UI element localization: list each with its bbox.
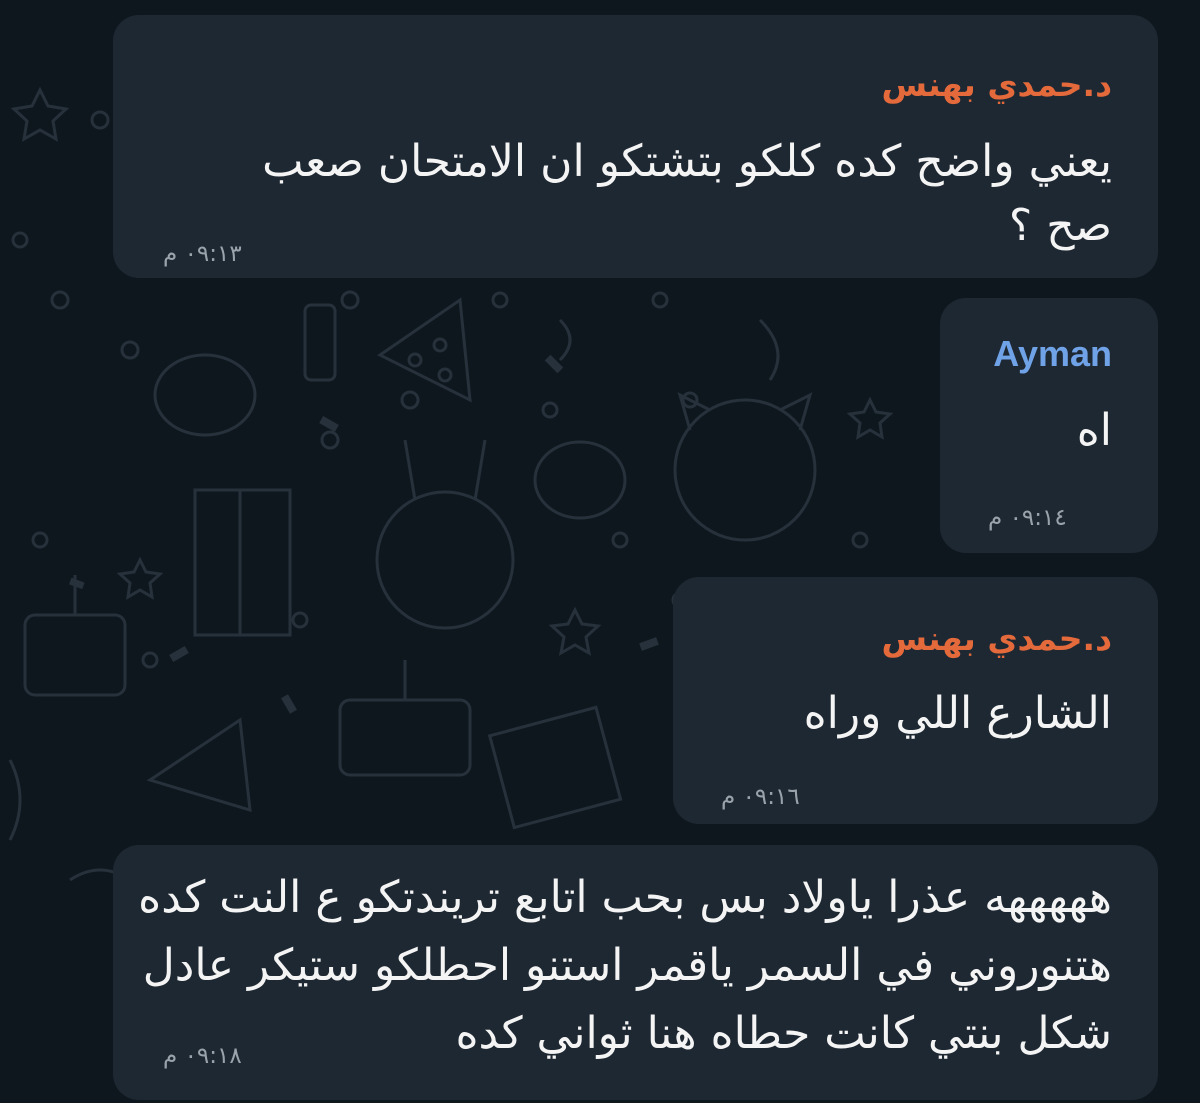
message-timestamp: ٠٩:١٣ م bbox=[163, 241, 242, 267]
message-text-line: الشارع اللي وراه bbox=[803, 688, 1112, 739]
chat-messages-area[interactable]: د.حمدي بهنس يعني واضح كده كلكو بتشتكو ان… bbox=[0, 0, 1200, 1103]
message-text-line: اه bbox=[1076, 405, 1112, 456]
message-bubble[interactable]: هههههه عذرا ياولاد بس بحب اتابع تريندتكو… bbox=[113, 845, 1158, 1100]
message-bubble[interactable]: Ayman اه ٠٩:١٤ م bbox=[940, 298, 1158, 553]
message-timestamp: ٠٩:١٤ م bbox=[988, 505, 1067, 531]
message-timestamp: ٠٩:١٦ م bbox=[721, 784, 800, 810]
message-text-line: يعني واضح كده كلكو بتشتكو ان الامتحان صع… bbox=[262, 136, 1112, 187]
message-sender[interactable]: د.حمدي بهنس bbox=[882, 619, 1112, 658]
message-sender[interactable]: د.حمدي بهنس bbox=[882, 65, 1112, 104]
message-text-line: هتنوروني في السمر ياقمر استنو احطلكو ستي… bbox=[142, 940, 1112, 991]
message-timestamp: ٠٩:١٨ م bbox=[163, 1043, 242, 1069]
message-text-line: هههههه عذرا ياولاد بس بحب اتابع تريندتكو… bbox=[138, 872, 1112, 923]
message-bubble[interactable]: د.حمدي بهنس الشارع اللي وراه ٠٩:١٦ م bbox=[673, 577, 1158, 824]
message-text-line: شكل بنتي كانت حطاه هنا ثواني كده bbox=[455, 1008, 1112, 1059]
message-bubble[interactable]: د.حمدي بهنس يعني واضح كده كلكو بتشتكو ان… bbox=[113, 15, 1158, 278]
message-sender[interactable]: Ayman bbox=[993, 333, 1112, 375]
message-text-line: صح ؟ bbox=[1008, 200, 1112, 251]
